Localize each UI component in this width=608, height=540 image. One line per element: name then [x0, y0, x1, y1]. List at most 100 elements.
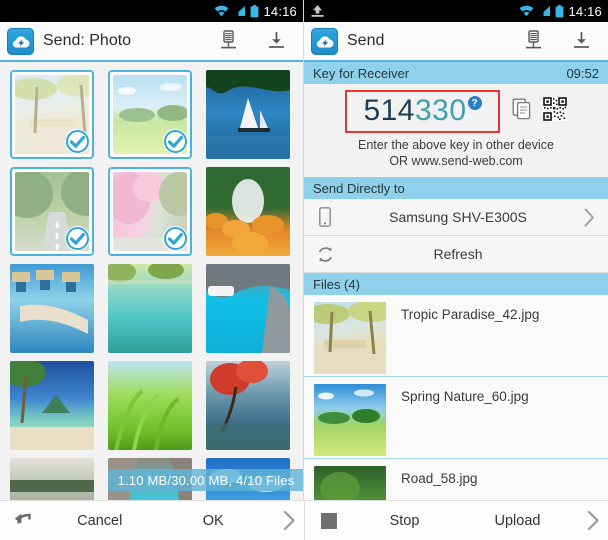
battery-icon — [250, 4, 259, 18]
file-name: Spring Nature_60.jpg — [401, 389, 529, 405]
file-name: Road_58.jpg — [401, 471, 478, 487]
refresh-icon — [312, 245, 338, 264]
file-list-item[interactable]: Road_58.jpg — [304, 459, 608, 500]
selected-check-badge — [65, 226, 90, 251]
file-list-item[interactable]: Tropic Paradise_42.jpg — [304, 295, 608, 378]
photo-cell-selected[interactable] — [10, 167, 94, 256]
cancel-button[interactable]: Cancel — [0, 501, 152, 540]
device-row[interactable]: Samsung SHV-E300S — [304, 199, 608, 237]
phone-icon — [312, 207, 338, 228]
photo-cell[interactable] — [10, 361, 94, 450]
status-bar-system-icons: 14:16 — [214, 4, 297, 19]
photo-cell[interactable] — [108, 264, 192, 353]
right-app-title-bar: Send — [304, 22, 608, 62]
photo-thumbnail — [10, 264, 94, 353]
left-panel-send-photo: 14:16 Send: Photo 1.10 MB/30.00 MB, 4/10… — [0, 0, 304, 500]
cancel-label: Cancel — [77, 512, 123, 529]
upload-notification-icon — [310, 4, 325, 18]
photo-thumbnail — [206, 264, 290, 353]
bottom-toolbar-left: Cancel OK — [0, 501, 304, 540]
signal-icon — [538, 5, 551, 17]
download-icon[interactable] — [570, 29, 592, 53]
status-bar-notifications — [310, 4, 519, 18]
left-app-title-bar: Send: Photo — [0, 22, 303, 62]
files-section-title: Files (4) — [313, 276, 360, 292]
signal-icon — [233, 5, 246, 17]
photo-cell[interactable] — [10, 458, 94, 500]
refresh-label: Refresh — [433, 246, 483, 263]
cloud-send-logo — [311, 27, 338, 55]
key-display-area: 514 330 ? Enter the above key in other d… — [304, 84, 608, 178]
photo-thumbnail — [108, 361, 192, 450]
photo-thumbnail — [10, 361, 94, 450]
photo-cell[interactable] — [206, 167, 290, 256]
left-page-title: Send: Photo — [43, 32, 132, 49]
key-code-part-b: 330 — [415, 94, 467, 127]
key-tools — [512, 96, 567, 126]
ok-label: OK — [202, 512, 224, 529]
wifi-icon — [519, 5, 534, 17]
selected-check-badge — [65, 129, 90, 154]
photo-thumbnail — [206, 70, 290, 159]
file-thumbnail — [314, 384, 386, 457]
file-thumbnail — [314, 302, 386, 375]
server-icon[interactable] — [522, 29, 544, 53]
file-name: Tropic Paradise_42.jpg — [401, 307, 540, 323]
right-panel-send: 14:16 Send Key for Receiver 09:52 514 33… — [304, 0, 608, 500]
upload-label: Upload — [494, 512, 541, 529]
ok-button[interactable]: OK — [153, 501, 305, 540]
send-directly-header: Send Directly to — [304, 177, 608, 200]
file-thumbnail — [314, 466, 386, 500]
copy-icon[interactable] — [512, 98, 532, 125]
right-page-title: Send — [347, 32, 385, 49]
stop-square-icon — [305, 512, 353, 530]
photo-cell[interactable] — [108, 361, 192, 450]
stop-label: Stop — [389, 512, 420, 529]
left-toolbar-actions — [217, 29, 293, 53]
photo-cell[interactable] — [206, 361, 290, 450]
key-row: 514 330 ? — [304, 90, 608, 133]
transfer-progress-label: 1.10 MB/30.00 MB, 4/10 Files — [108, 469, 303, 491]
right-android-status-bar: 14:16 — [304, 0, 608, 22]
photo-thumbnail — [206, 361, 290, 450]
qr-code-icon[interactable] — [542, 96, 567, 126]
left-android-status-bar: 14:16 — [0, 0, 303, 22]
photo-cell-selected[interactable] — [10, 70, 94, 159]
chevron-right-icon — [274, 510, 304, 531]
status-bar-clock: 14:16 — [568, 3, 602, 19]
download-icon[interactable] — [265, 29, 287, 53]
dual-panel-container: 14:16 Send: Photo 1.10 MB/30.00 MB, 4/10… — [0, 0, 608, 500]
photo-cell-selected[interactable] — [108, 167, 192, 256]
help-icon[interactable]: ? — [467, 96, 482, 110]
file-list-item[interactable]: Spring Nature_60.jpg — [304, 377, 608, 460]
photo-thumbnail — [108, 264, 192, 353]
bottom-toolbar: Cancel OK Stop Upload — [0, 500, 608, 540]
key-hint-line1: Enter the above key in other device — [358, 137, 554, 152]
key-countdown-timer: 09:52 — [566, 65, 599, 81]
photo-thumbnail — [206, 167, 290, 256]
cloud-send-logo — [7, 27, 34, 55]
server-icon[interactable] — [217, 29, 239, 53]
chevron-right-icon — [578, 208, 600, 227]
upload-button[interactable]: Upload — [457, 501, 608, 540]
photo-thumbnail — [10, 458, 94, 500]
app-screen: 14:16 Send: Photo 1.10 MB/30.00 MB, 4/10… — [0, 0, 608, 540]
photo-grid-container[interactable]: 1.10 MB/30.00 MB, 4/10 Files — [0, 62, 303, 500]
key-hint-line2: OR www.send-web.com — [389, 154, 523, 169]
key-section-header: Key for Receiver 09:52 — [304, 62, 608, 84]
photo-cell[interactable] — [206, 264, 290, 353]
chevron-right-icon — [578, 510, 608, 531]
send-directly-title: Send Directly to — [313, 180, 405, 196]
photo-cell[interactable] — [10, 264, 94, 353]
wifi-icon — [214, 5, 229, 17]
refresh-row[interactable]: Refresh — [304, 236, 608, 274]
right-toolbar-actions — [522, 29, 598, 53]
photo-grid — [0, 62, 303, 500]
files-section-header: Files (4) — [304, 273, 608, 296]
key-code-box[interactable]: 514 330 ? — [345, 90, 500, 133]
key-section-title: Key for Receiver — [313, 65, 410, 81]
stop-button[interactable]: Stop — [305, 501, 456, 540]
status-bar-system-icons: 14:16 — [519, 4, 602, 19]
photo-cell-selected[interactable] — [108, 70, 192, 159]
photo-cell[interactable] — [206, 70, 290, 159]
